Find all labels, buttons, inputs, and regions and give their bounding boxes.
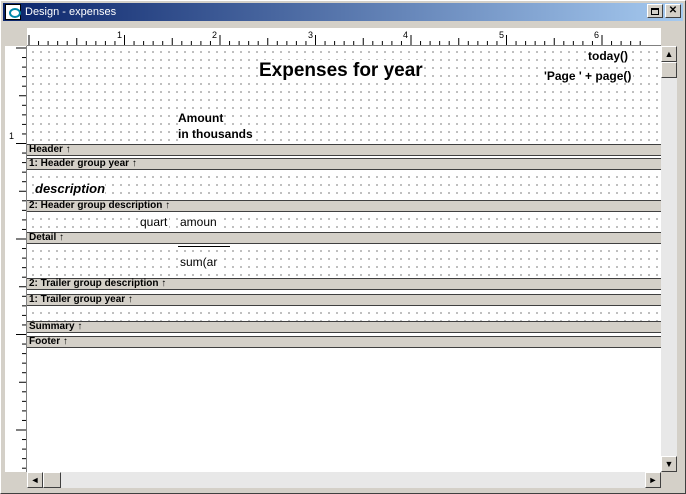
ruler-corner bbox=[5, 28, 27, 46]
footer-band-bar[interactable]: Footer ↑ bbox=[27, 336, 661, 348]
arrow-left-icon: ◄ bbox=[30, 475, 40, 485]
scroll-right-button[interactable]: ► bbox=[645, 472, 661, 488]
scroll-down-button[interactable]: ▼ bbox=[661, 456, 677, 472]
ruler-label-3: 3 bbox=[308, 30, 314, 40]
ruler-label-4: 4 bbox=[403, 30, 409, 40]
amount-heading-line1[interactable]: Amount bbox=[178, 111, 224, 125]
ruler-label-1: 1 bbox=[117, 30, 123, 40]
close-button[interactable]: ✕ bbox=[665, 4, 681, 18]
maximize-icon bbox=[651, 7, 659, 15]
sum-underline bbox=[178, 246, 230, 247]
detail-band-bar[interactable]: Detail ↑ bbox=[27, 232, 661, 244]
today-field[interactable]: today() bbox=[586, 49, 630, 63]
ruler-label-5: 5 bbox=[499, 30, 505, 40]
trailer-group-description-bar[interactable]: 2: Trailer group description ↑ bbox=[27, 278, 661, 290]
vertical-ruler: 1 bbox=[5, 46, 27, 472]
report-title[interactable]: Expenses for year bbox=[259, 60, 423, 82]
design-window-icon[interactable] bbox=[5, 4, 21, 20]
scroll-left-button[interactable]: ◄ bbox=[27, 472, 43, 488]
ruler-label-6: 6 bbox=[594, 30, 600, 40]
sum-field[interactable]: sum(ar bbox=[178, 255, 220, 269]
header-group-description-area[interactable] bbox=[27, 171, 661, 200]
close-icon: ✕ bbox=[668, 5, 678, 16]
description-field[interactable]: description bbox=[35, 181, 106, 196]
quarter-field[interactable]: quart bbox=[138, 215, 170, 229]
horizontal-ruler: 1 2 3 4 5 6 bbox=[27, 28, 661, 46]
report-canvas[interactable]: Expenses for year today() 'Page ' + page… bbox=[27, 46, 661, 472]
trailer-group-description-area[interactable] bbox=[27, 245, 661, 278]
amount-heading-line2[interactable]: in thousands bbox=[178, 127, 253, 141]
ruler-ticks bbox=[28, 35, 641, 45]
trailer-group-year-area[interactable] bbox=[27, 307, 661, 321]
report-design-window: Design - expenses ✕ 1 2 3 4 5 6 1 Expens… bbox=[0, 0, 686, 494]
summary-band-bar[interactable]: Summary ↑ bbox=[27, 321, 661, 333]
header-group-year-bar[interactable]: 1: Header group year ↑ bbox=[27, 158, 661, 170]
page-field[interactable]: 'Page ' + page() bbox=[542, 69, 634, 83]
maximize-button[interactable] bbox=[647, 4, 663, 18]
size-grip bbox=[661, 472, 677, 488]
detail-area[interactable] bbox=[27, 213, 661, 232]
arrow-down-icon: ▼ bbox=[664, 459, 674, 469]
ruler-label-2: 2 bbox=[212, 30, 218, 40]
title-bar[interactable]: Design - expenses ✕ bbox=[3, 3, 683, 21]
vertical-scrollbar[interactable]: ▲ ▼ bbox=[661, 46, 677, 472]
header-band-bar[interactable]: Header ↑ bbox=[27, 144, 661, 156]
horizontal-scrollbar[interactable]: ◄ ► bbox=[27, 472, 661, 488]
horizontal-scroll-thumb[interactable] bbox=[43, 472, 61, 488]
header-group-description-bar[interactable]: 2: Header group description ↑ bbox=[27, 200, 661, 212]
arrow-right-icon: ► bbox=[648, 475, 658, 485]
vertical-scroll-thumb[interactable] bbox=[661, 62, 677, 78]
arrow-up-icon: ▲ bbox=[664, 49, 674, 59]
vertical-ruler-label: 1 bbox=[9, 131, 15, 141]
vertical-ruler-ticks bbox=[16, 47, 26, 469]
scroll-up-button[interactable]: ▲ bbox=[661, 46, 677, 62]
amount-field[interactable]: amoun bbox=[178, 215, 219, 229]
trailer-group-year-bar[interactable]: 1: Trailer group year ↑ bbox=[27, 294, 661, 306]
window-title: Design - expenses bbox=[25, 6, 117, 18]
